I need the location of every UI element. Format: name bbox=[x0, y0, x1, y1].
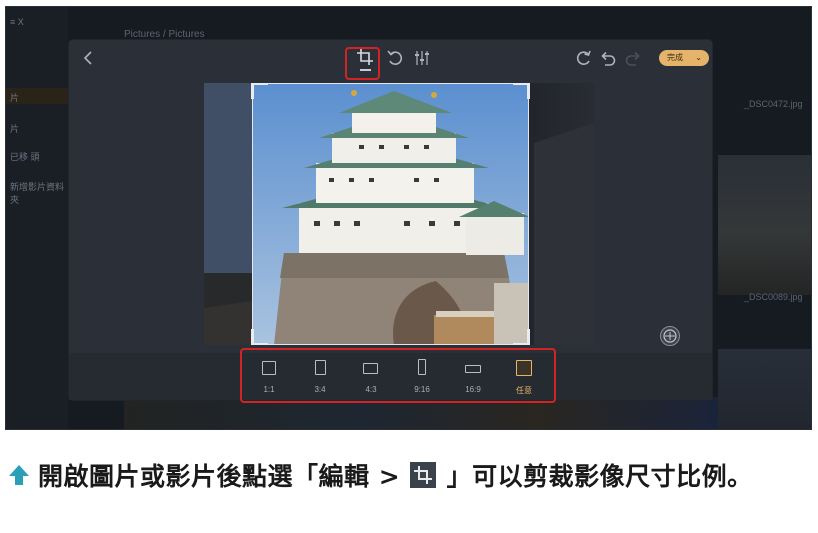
caption-text-end: 」可以剪裁影像尺寸比例。 bbox=[437, 462, 753, 491]
image-canvas[interactable] bbox=[204, 83, 594, 345]
straighten-icon[interactable] bbox=[660, 326, 680, 346]
breadcrumb: Pictures / Pictures bbox=[124, 29, 205, 40]
rotate-icon[interactable] bbox=[385, 48, 405, 68]
editor-toolbar: 完成 ⌄ bbox=[69, 40, 712, 76]
screenshot: ≡ X 片 片 已移 頭 新增影片資料夾 Pictures / Pictures… bbox=[5, 6, 812, 430]
sidebar-row[interactable]: 新增影片資料夾 bbox=[10, 180, 68, 206]
crop-handle[interactable] bbox=[251, 329, 268, 345]
sidebar-row[interactable]: 片 bbox=[10, 122, 19, 135]
crop-frame[interactable] bbox=[251, 83, 530, 345]
crop-handle[interactable] bbox=[513, 83, 530, 99]
adjust-icon[interactable] bbox=[412, 48, 432, 68]
caption: 開啟圖片或影片後點選「編輯 > 」可以剪裁影像尺寸比例。 bbox=[8, 455, 814, 495]
arrow-up-icon bbox=[9, 465, 29, 485]
chevron-down-icon: ⌄ bbox=[695, 53, 702, 62]
done-label: 完成 bbox=[667, 53, 683, 62]
done-button[interactable]: 完成 ⌄ bbox=[659, 50, 709, 66]
redo-disabled-icon[interactable] bbox=[623, 48, 643, 68]
sidebar-row[interactable]: ≡ X bbox=[10, 17, 24, 27]
file-thumbnail[interactable] bbox=[718, 155, 811, 295]
crop-icon bbox=[410, 462, 437, 488]
sidebar-row[interactable]: 已移 頭 bbox=[10, 150, 40, 163]
file-thumbnail[interactable] bbox=[718, 349, 811, 429]
highlight-ratio-bar bbox=[240, 348, 556, 403]
file-name[interactable]: _DSC0472.jpg bbox=[744, 99, 803, 109]
crop-handle[interactable] bbox=[251, 83, 268, 99]
highlight-crop-tool bbox=[345, 47, 380, 80]
crop-handle[interactable] bbox=[513, 329, 530, 345]
redo-icon[interactable] bbox=[574, 48, 594, 68]
file-name[interactable]: _DSC0089.jpg bbox=[744, 292, 803, 302]
explorer-files: _DSC0472.jpg _DSC0089.jpg bbox=[718, 47, 811, 429]
chevron-left-icon[interactable] bbox=[79, 48, 99, 68]
sidebar-row[interactable]: 片 bbox=[10, 91, 19, 104]
caption-text-start: 開啟圖片或影片後點選「編輯 > bbox=[38, 462, 410, 491]
undo-icon[interactable] bbox=[598, 48, 618, 68]
photo-editor: 完成 ⌄ 1:1 3:4 4:3 9:16 16:9 任意 bbox=[69, 40, 712, 400]
explorer-sidebar: ≡ X 片 片 已移 頭 新增影片資料夾 bbox=[6, 7, 68, 429]
